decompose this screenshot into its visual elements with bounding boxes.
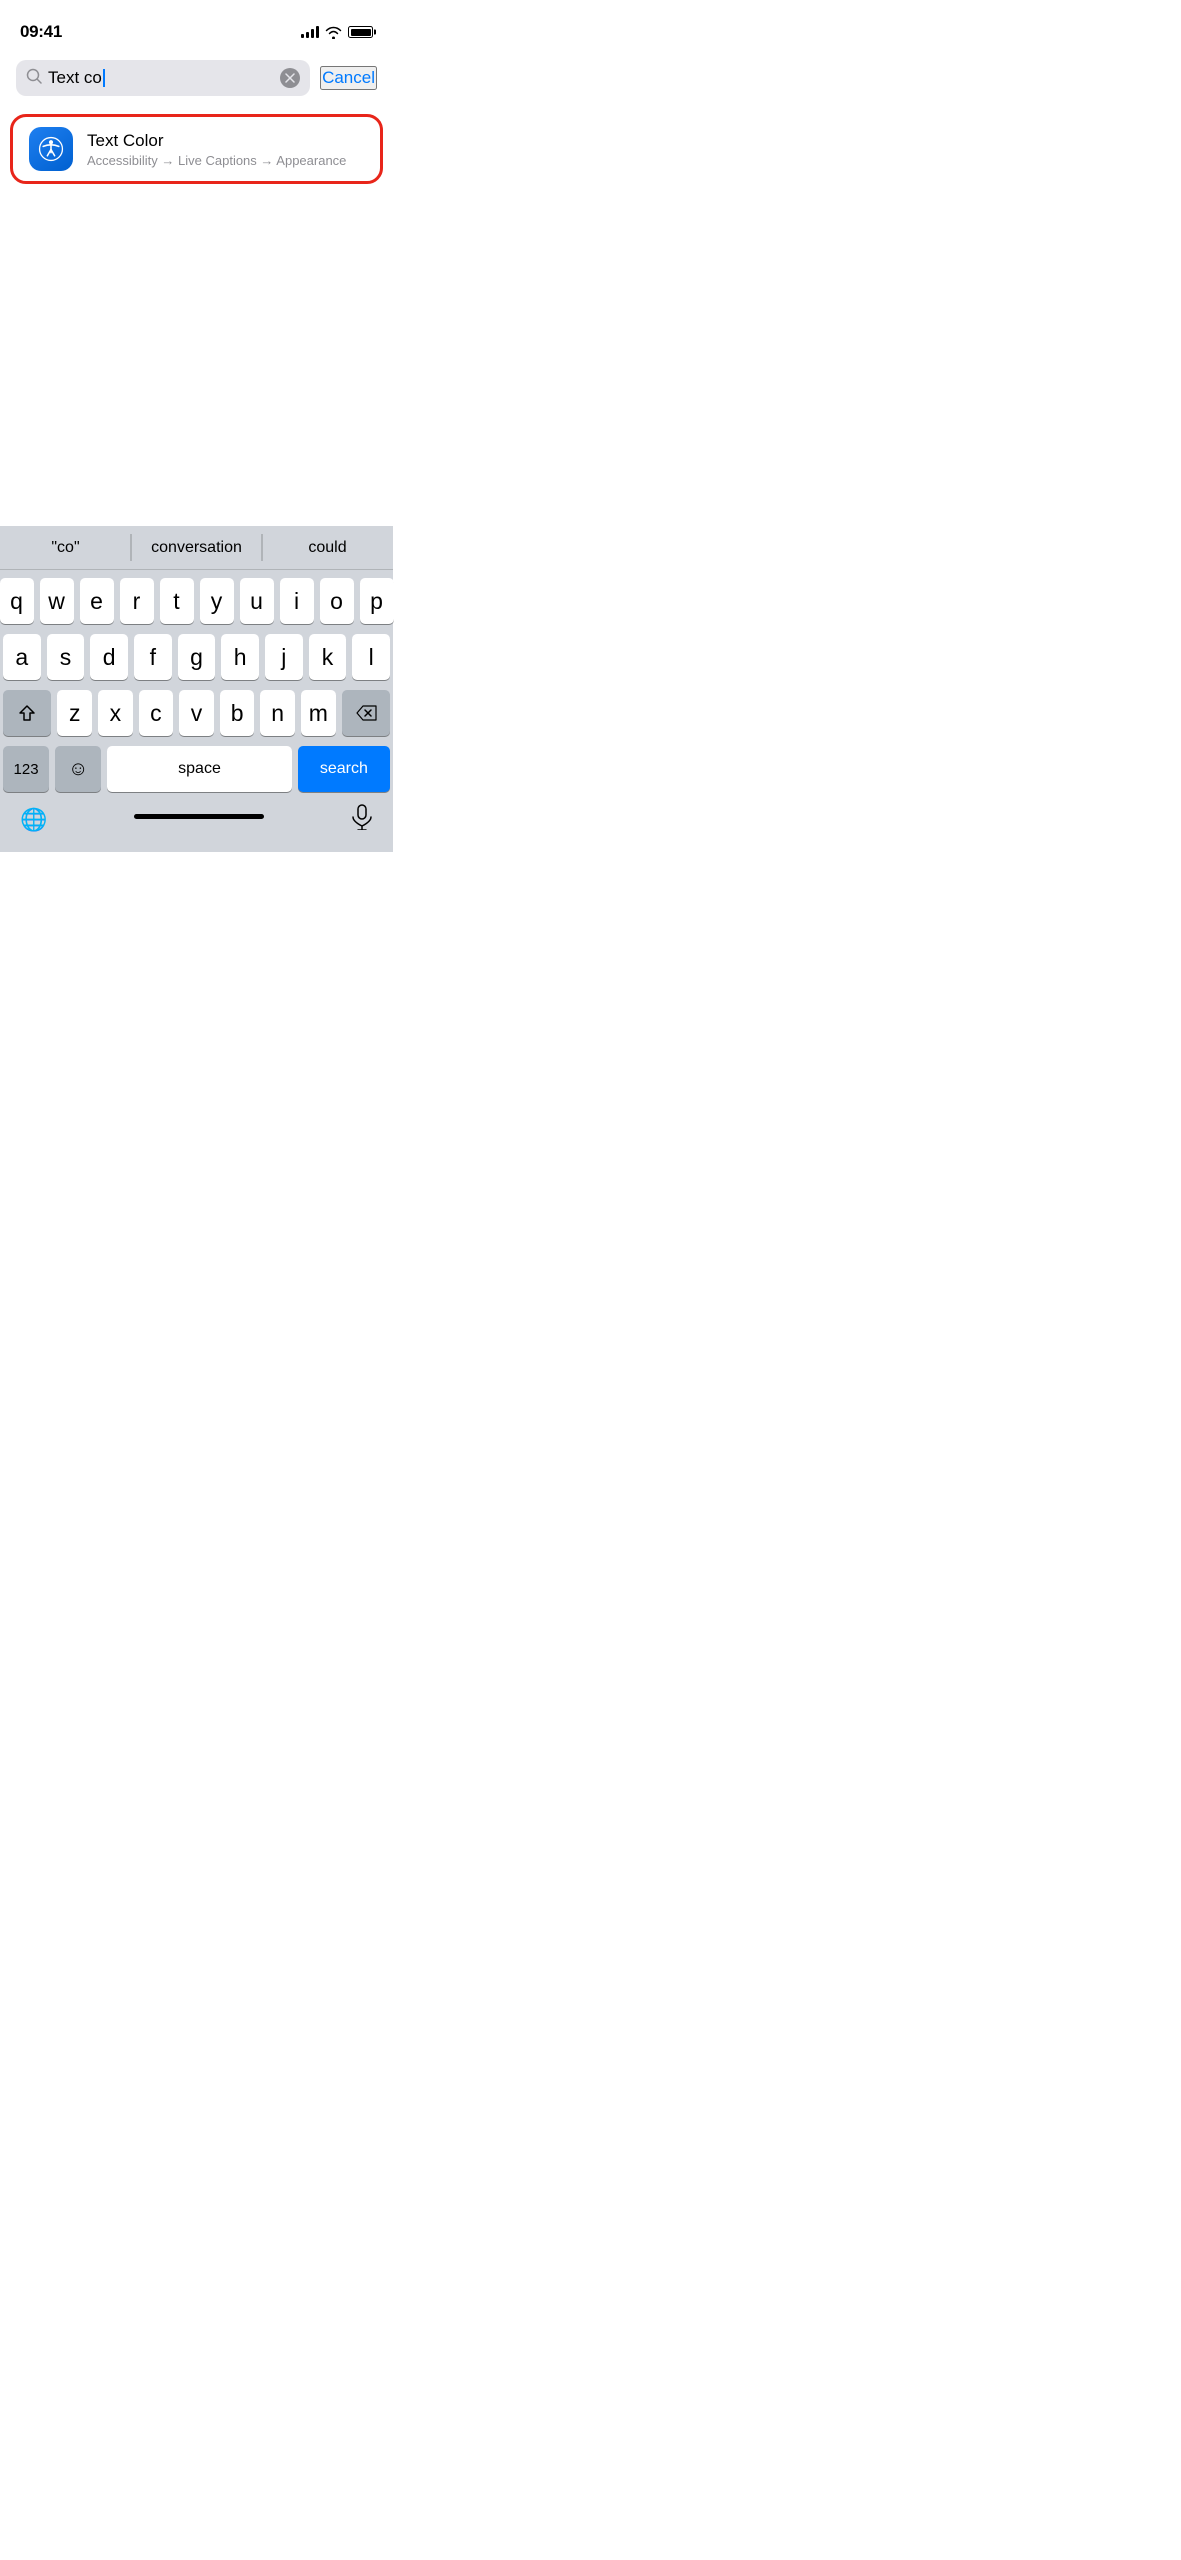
key-t[interactable]: t (160, 578, 194, 624)
numbers-key[interactable]: 123 (3, 746, 49, 792)
search-key[interactable]: search (298, 746, 390, 792)
key-w[interactable]: w (40, 578, 74, 624)
key-j[interactable]: j (265, 634, 303, 680)
keyboard-row-1: q w e r t y u i o p (3, 578, 390, 624)
globe-icon[interactable]: 🌐 (20, 807, 47, 833)
search-query-text: Text co (48, 68, 102, 88)
key-c[interactable]: c (139, 690, 174, 736)
keyboard-row-2: a s d f g h j k l (3, 634, 390, 680)
key-m[interactable]: m (301, 690, 336, 736)
result-path: Accessibility → Live Captions → Appearan… (87, 153, 364, 168)
shift-key[interactable] (3, 690, 51, 736)
search-bar-container: Text co Cancel (0, 50, 393, 106)
battery-icon (348, 26, 373, 38)
text-cursor (103, 69, 105, 87)
mic-icon[interactable] (351, 804, 373, 836)
key-a[interactable]: a (3, 634, 41, 680)
delete-key[interactable] (342, 690, 390, 736)
autocomplete-bar: "co" conversation could (0, 526, 393, 570)
key-s[interactable]: s (47, 634, 85, 680)
search-magnifier-icon (26, 68, 42, 88)
cancel-button[interactable]: Cancel (320, 66, 377, 90)
bottom-bar: 🌐 (0, 796, 393, 852)
autocomplete-item-2[interactable]: could (262, 526, 393, 569)
key-b[interactable]: b (220, 690, 255, 736)
emoji-key[interactable]: ☺ (55, 746, 101, 792)
key-i[interactable]: i (280, 578, 314, 624)
result-text: Text Color Accessibility → Live Captions… (87, 131, 364, 168)
key-f[interactable]: f (134, 634, 172, 680)
key-l[interactable]: l (352, 634, 390, 680)
search-input[interactable]: Text co (48, 68, 274, 88)
keyboard: "co" conversation could q w e r t y u i … (0, 526, 393, 852)
key-h[interactable]: h (221, 634, 259, 680)
key-z[interactable]: z (57, 690, 92, 736)
keyboard-rows: q w e r t y u i o p a s d f g h j k l (0, 570, 393, 796)
signal-icon (301, 26, 319, 38)
key-g[interactable]: g (178, 634, 216, 680)
key-o[interactable]: o (320, 578, 354, 624)
key-e[interactable]: e (80, 578, 114, 624)
results-container: Text Color Accessibility → Live Captions… (0, 106, 393, 192)
status-icons (301, 26, 373, 39)
key-x[interactable]: x (98, 690, 133, 736)
key-u[interactable]: u (240, 578, 274, 624)
home-indicator (134, 814, 264, 819)
key-d[interactable]: d (90, 634, 128, 680)
result-item[interactable]: Text Color Accessibility → Live Captions… (10, 114, 383, 184)
keyboard-row-3: z x c v b n m (3, 690, 390, 736)
result-title: Text Color (87, 131, 364, 151)
keyboard-row-4: 123 ☺ space search (3, 746, 390, 792)
clear-button[interactable] (280, 68, 300, 88)
search-bar[interactable]: Text co (16, 60, 310, 96)
status-bar: 09:41 (0, 0, 393, 50)
key-y[interactable]: y (200, 578, 234, 624)
autocomplete-item-1[interactable]: conversation (131, 526, 262, 569)
space-key[interactable]: space (107, 746, 292, 792)
accessibility-icon (29, 127, 73, 171)
key-n[interactable]: n (260, 690, 295, 736)
status-time: 09:41 (20, 22, 62, 42)
key-q[interactable]: q (0, 578, 34, 624)
key-k[interactable]: k (309, 634, 347, 680)
autocomplete-item-0[interactable]: "co" (0, 526, 131, 569)
key-v[interactable]: v (179, 690, 214, 736)
key-r[interactable]: r (120, 578, 154, 624)
key-p[interactable]: p (360, 578, 394, 624)
wifi-icon (325, 26, 342, 39)
